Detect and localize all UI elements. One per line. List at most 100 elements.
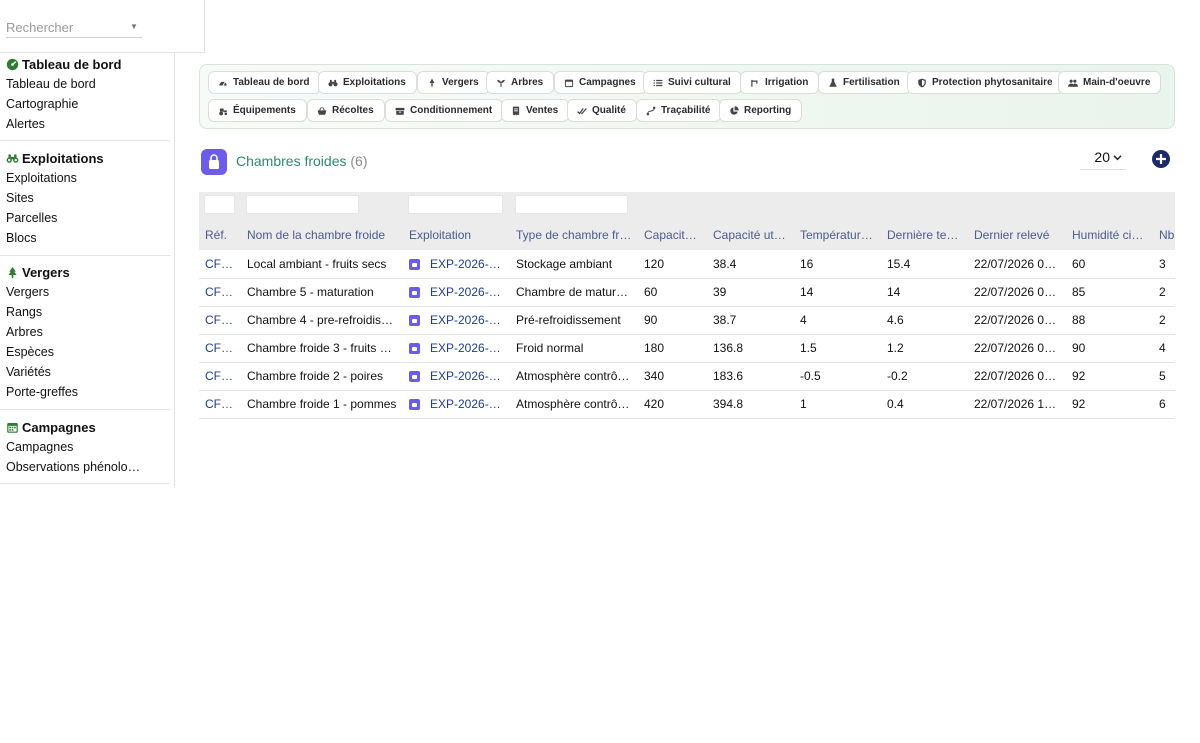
- sidebar: Tableau de bord Tableau de bord Cartogra…: [0, 0, 175, 487]
- page-title: Chambres froides (6): [236, 153, 368, 169]
- sidebar-item-campagnes[interactable]: Campagnes: [0, 437, 170, 457]
- row-ref-link[interactable]: CF-02: [199, 362, 241, 391]
- table-row[interactable]: CF-02 Chambre froide 2 - poires EXP-2026-0…: [199, 362, 1175, 391]
- table-cell: 90: [638, 306, 707, 335]
- nav-ventes[interactable]: Ventes: [501, 99, 570, 122]
- table-cell: 60: [1066, 250, 1153, 279]
- row-exploitation-link[interactable]: EXP-2026-001: [403, 390, 510, 419]
- sidebar-group-title: Campagnes: [0, 417, 170, 437]
- nav-suivi-cultural[interactable]: Suivi cultural: [643, 71, 742, 94]
- table-cell: Chambre froide 3 - fruits a noyau: [241, 334, 403, 363]
- sidebar-item-especes[interactable]: Espèces: [0, 342, 170, 362]
- column-header[interactable]: Dernière température (°C): [881, 220, 968, 250]
- column-header[interactable]: Température cible (°C): [794, 220, 881, 250]
- table-cell: 22/07/2026 06:45: [968, 278, 1066, 307]
- row-exploitation-link[interactable]: EXP-2026-001: [403, 362, 510, 391]
- row-ref-link[interactable]: CF-04: [199, 306, 241, 335]
- row-exploitation-link[interactable]: EXP-2026-001: [403, 250, 510, 279]
- sidebar-item-varietes[interactable]: Variétés: [0, 362, 170, 382]
- nav-tracabilite[interactable]: Traçabilité: [636, 99, 722, 122]
- table-cell: Atmosphère contrôlée: [510, 390, 638, 419]
- sidebar-group-title: Vergers: [0, 262, 170, 282]
- add-button[interactable]: [1152, 150, 1170, 168]
- table-cell: Froid normal: [510, 334, 638, 363]
- table-cell: -0.5: [794, 362, 881, 391]
- table-cell: 22/07/2026 07:45: [968, 250, 1066, 279]
- nav-irrigation[interactable]: Irrigation: [740, 71, 820, 94]
- table-row[interactable]: CF-01 Chambre froide 1 - pommes EXP-2026-0…: [199, 390, 1175, 419]
- table-cell: Chambre froide 1 - pommes: [241, 390, 403, 419]
- table-cell: 1.2: [881, 334, 968, 363]
- cold-room-icon: [201, 149, 227, 175]
- column-header[interactable]: Nom de la chambre froide: [241, 220, 403, 250]
- shield-icon: [918, 78, 926, 87]
- table-cell: 2: [1153, 278, 1175, 307]
- nav-arbres[interactable]: Arbres: [486, 71, 555, 94]
- search-input[interactable]: [6, 17, 142, 38]
- caret-down-icon[interactable]: ▼: [130, 22, 138, 31]
- column-header[interactable]: Nb: [1153, 220, 1175, 250]
- table-row[interactable]: CF-03Chambre froide 3 - fruits a noyau EX…: [199, 334, 1175, 363]
- column-header[interactable]: Type de chambre froide: [510, 220, 638, 250]
- nav-tableau-de-bord[interactable]: Tableau de bord: [208, 71, 321, 94]
- row-ref-link[interactable]: CF-06: [199, 250, 241, 279]
- row-exploitation-link[interactable]: EXP-2026-001: [403, 278, 510, 307]
- column-header[interactable]: Réf.: [199, 220, 241, 250]
- nav-reporting[interactable]: Reporting: [719, 99, 803, 122]
- nav-campagnes[interactable]: Campagnes: [554, 71, 647, 94]
- sidebar-item-cartographie[interactable]: Cartographie: [0, 94, 170, 114]
- table-cell: Chambre 4 - pre-refroidissement: [241, 306, 403, 335]
- row-exploitation-link[interactable]: EXP-2026-001: [403, 334, 510, 363]
- nav-exploitations[interactable]: Exploitations: [318, 71, 417, 94]
- nav-main-d-oeuvre[interactable]: Main-d'oeuvre: [1058, 71, 1162, 94]
- column-header[interactable]: Exploitation: [403, 220, 510, 250]
- table-row[interactable]: CF-05 Chambre 5 - maturation EXP-2026-001 C…: [199, 278, 1175, 307]
- filter-name-input[interactable]: [246, 195, 359, 214]
- sidebar-item-blocs[interactable]: Blocs: [0, 228, 170, 248]
- sidebar-item-rangs[interactable]: Rangs: [0, 302, 170, 322]
- filter-ref-input[interactable]: [204, 195, 235, 214]
- nav-fertilisation[interactable]: Fertilisation: [818, 71, 911, 94]
- column-header[interactable]: Capacité utilisée (t): [707, 220, 794, 250]
- table-cell: Atmosphère contrôlée: [510, 362, 638, 391]
- sidebar-item-tableau-de-bord[interactable]: Tableau de bord: [0, 74, 170, 94]
- column-header[interactable]: Dernier relevé: [968, 220, 1066, 250]
- search-box: ▼: [0, 0, 205, 53]
- row-ref-link[interactable]: CF-03: [199, 334, 241, 363]
- table-row[interactable]: CF-04Chambre 4 - pre-refroidissement EXP-…: [199, 306, 1175, 335]
- row-ref-link[interactable]: CF-01: [199, 390, 241, 419]
- nav-conditionnement[interactable]: Conditionnement: [385, 99, 504, 122]
- exploitation-icon: [409, 371, 420, 382]
- table-cell: 15.4: [881, 250, 968, 279]
- sidebar-item-vergers[interactable]: Vergers: [0, 282, 170, 302]
- table-cell: 14: [794, 278, 881, 307]
- exploitation-code: EXP-2026-001: [430, 397, 509, 411]
- sidebar-item-observations-phenologiques[interactable]: Observations phénologiques: [0, 457, 142, 477]
- table-cell: 22/07/2026 03:45: [968, 362, 1066, 391]
- sidebar-item-porte-greffes[interactable]: Porte-greffes: [0, 382, 170, 402]
- nav-vergers[interactable]: Vergers: [417, 71, 490, 94]
- nav-qualite[interactable]: Qualité: [567, 99, 637, 122]
- column-header[interactable]: Humidité cible (%): [1066, 220, 1153, 250]
- column-header[interactable]: Capacité (t): [638, 220, 707, 250]
- table-cell: 38.4: [707, 250, 794, 279]
- record-count: (6): [350, 153, 368, 169]
- sidebar-item-arbres[interactable]: Arbres: [0, 322, 170, 342]
- sidebar-item-parcelles[interactable]: Parcelles: [0, 208, 170, 228]
- filter-exploitation-input[interactable]: [408, 195, 503, 214]
- row-ref-link[interactable]: CF-05: [199, 278, 241, 307]
- filter-row: [199, 192, 1175, 220]
- sidebar-item-alertes[interactable]: Alertes: [0, 114, 170, 134]
- table-cell: 38.7: [707, 306, 794, 335]
- filter-type-input[interactable]: [515, 195, 628, 214]
- per-page-select[interactable]: 20: [1080, 149, 1126, 170]
- sidebar-item-sites[interactable]: Sites: [0, 188, 170, 208]
- nav-recoltes[interactable]: Récoltes: [307, 99, 385, 122]
- table-cell: 420: [638, 390, 707, 419]
- row-exploitation-link[interactable]: EXP-2026-001: [403, 306, 510, 335]
- nav-protection-phytosanitaire[interactable]: Protection phytosanitaire: [907, 71, 1064, 94]
- nav-equipements[interactable]: Équipements: [208, 99, 307, 122]
- table-cell: 14: [881, 278, 968, 307]
- sidebar-item-exploitations[interactable]: Exploitations: [0, 168, 170, 188]
- table-row[interactable]: CF-06 Local ambiant - fruits secs EXP-2026…: [199, 250, 1175, 279]
